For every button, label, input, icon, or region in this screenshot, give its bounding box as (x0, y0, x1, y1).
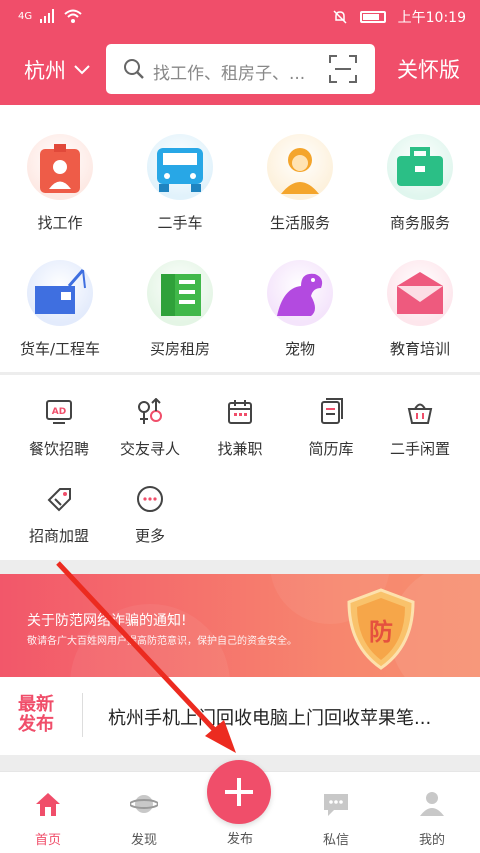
calendar-icon (228, 400, 252, 424)
service-label: 招商加盟 (28, 527, 89, 545)
chevron-down-icon (74, 65, 90, 75)
tab-home[interactable]: 首页 (0, 772, 96, 853)
ad-icon: AD (46, 400, 72, 424)
service-more[interactable]: 更多 (102, 485, 198, 565)
search-box[interactable]: 找工作、租房子、... (106, 44, 375, 94)
status-right: 上午10:19 (332, 7, 466, 27)
service-label: 简历库 (308, 440, 354, 458)
category-life-service[interactable]: 生活服务 (240, 134, 360, 254)
service-franchise[interactable]: 招商加盟 (11, 485, 107, 565)
news-headline[interactable]: 杭州手机上门回收电脑上门回收苹果笔... (108, 704, 431, 730)
category-education[interactable]: 教育培训 (360, 260, 480, 380)
category-label: 二手车 (157, 214, 203, 232)
category-grid: 找工作 二手车 生活服务 商务服务 货车/工程车 买房租房 宠物 教育培训 (0, 134, 480, 372)
tab-label: 首页 (34, 833, 61, 848)
more-icon (137, 486, 163, 512)
tag-icon (47, 488, 71, 512)
signal-icon (40, 9, 55, 23)
category-label: 买房租房 (149, 340, 210, 358)
service-resume[interactable]: 简历库 (283, 398, 379, 478)
briefcase-icon (387, 134, 453, 200)
status-bar: 4G 上午10:19 (0, 0, 480, 34)
network-type: 4G (18, 10, 33, 22)
care-mode-button[interactable]: 关怀版 (397, 54, 460, 84)
mute-bell-icon (333, 10, 347, 24)
publish-button[interactable] (207, 760, 271, 824)
service-label: 二手闲置 (389, 440, 450, 458)
education-icon (387, 260, 453, 326)
publish-label: 发布 (226, 832, 253, 847)
home-icon (36, 793, 60, 816)
category-label: 宠物 (284, 340, 315, 358)
truck-icon (27, 260, 93, 326)
section-divider (0, 560, 480, 574)
plus-icon (225, 778, 253, 806)
header: 4G 上午10:19 杭州 找工作、租房子、... 关怀版 (0, 0, 480, 105)
basket-icon (407, 403, 433, 424)
tab-label: 私信 (322, 833, 349, 848)
planet-icon (130, 795, 158, 813)
tab-discover[interactable]: 发现 (96, 772, 192, 853)
category-used-car[interactable]: 二手车 (120, 134, 240, 254)
building-icon (147, 260, 213, 326)
resume-icon (321, 398, 343, 424)
tab-mine[interactable]: 我的 (384, 772, 480, 853)
tab-label: 我的 (418, 833, 445, 848)
category-label: 生活服务 (269, 214, 330, 232)
service-label: 餐饮招聘 (28, 440, 89, 458)
category-job[interactable]: 找工作 (0, 134, 120, 254)
wifi-icon (64, 9, 82, 23)
category-label: 商务服务 (389, 214, 450, 232)
service-second-hand[interactable]: 二手闲置 (372, 398, 468, 478)
latest-news[interactable]: 最新 发布 杭州手机上门回收电脑上门回收苹果笔... (0, 677, 480, 755)
fraud-notice-banner[interactable]: 关于防范网络诈骗的通知! 敬请各广大百姓网用户提高防范意识，保护自己的资金安全。… (0, 574, 480, 677)
city-label: 杭州 (24, 59, 66, 83)
service-label: 找兼职 (217, 440, 263, 458)
battery-icon (359, 11, 386, 23)
banner-title: 关于防范网络诈骗的通知! (27, 613, 187, 629)
gender-icon (138, 398, 162, 424)
service-label: 交友寻人 (119, 440, 180, 458)
service-friends[interactable]: 交友寻人 (102, 398, 198, 478)
car-icon (147, 134, 213, 200)
category-label: 教育培训 (389, 340, 450, 358)
tab-label: 发现 (130, 833, 157, 848)
category-pet[interactable]: 宠物 (240, 260, 360, 380)
shield-icon: 防 (347, 588, 415, 670)
service-label: 更多 (134, 527, 165, 545)
latest-tag-line1: 最新 (18, 694, 54, 715)
category-house[interactable]: 买房租房 (120, 260, 240, 380)
category-truck[interactable]: 货车/工程车 (0, 260, 120, 380)
user-icon (420, 792, 444, 816)
app-screen: 4G 上午10:19 杭州 找工作、租房子、... 关怀版 找工作 二手车 生活… (0, 0, 480, 853)
status-left: 4G (18, 9, 82, 23)
city-selector[interactable]: 杭州 (24, 55, 90, 85)
category-business[interactable]: 商务服务 (360, 134, 480, 254)
service-part-time[interactable]: 找兼职 (192, 398, 288, 478)
service-person-icon (267, 134, 333, 200)
latest-tag: 最新 发布 (18, 695, 54, 735)
pet-icon (267, 260, 333, 326)
category-label: 找工作 (37, 214, 83, 232)
shield-text: 防 (369, 618, 393, 646)
latest-tag-line2: 发布 (18, 714, 54, 735)
job-icon (27, 134, 93, 200)
service-catering-jobs[interactable]: AD 餐饮招聘 (11, 398, 107, 478)
banner-subtitle: 敬请各广大百姓网用户提高防范意识，保护自己的资金安全。 (27, 636, 297, 647)
message-icon (324, 794, 348, 816)
section-divider (0, 372, 480, 375)
clock: 上午10:19 (397, 10, 466, 26)
tab-messages[interactable]: 私信 (288, 772, 384, 853)
scan-icon[interactable] (329, 55, 357, 83)
news-separator (82, 693, 83, 737)
search-icon (124, 59, 144, 79)
top-nav: 杭州 找工作、租房子、... 关怀版 (0, 40, 480, 98)
svg-text:AD: AD (52, 407, 66, 417)
category-label: 货车/工程车 (19, 340, 101, 358)
search-placeholder: 找工作、租房子、... (153, 64, 306, 84)
